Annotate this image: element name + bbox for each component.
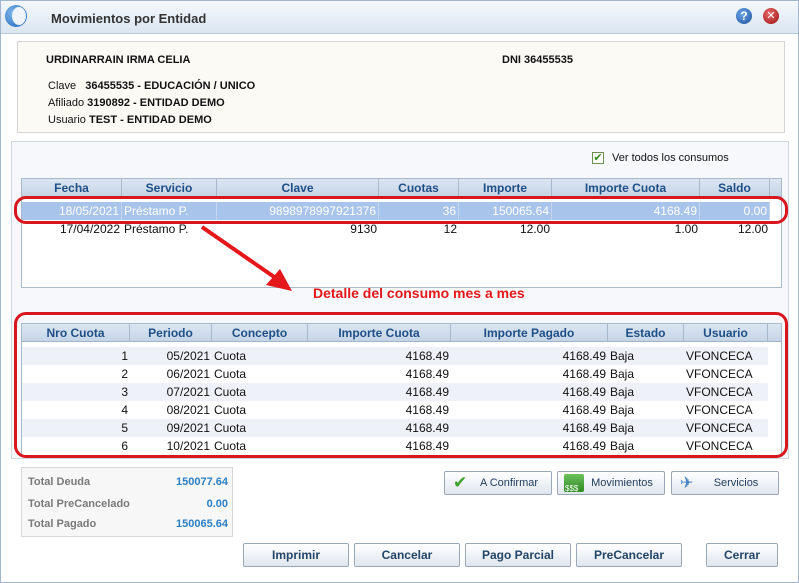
dni-value: 36455535 <box>524 54 573 66</box>
dialog-window: Movimientos por Entidad ? ✕ URDINARRAIN … <box>0 0 799 583</box>
col-servicio[interactable]: Servicio <box>122 179 217 197</box>
afiliado-row: Afiliado 3190892 - ENTIDAD DEMO <box>48 97 225 109</box>
imprimir-button[interactable]: Imprimir <box>243 543 349 567</box>
clave-row: Clave 36455535 - EDUCACIÓN / UNICO <box>48 80 255 92</box>
cerrar-button[interactable]: Cerrar <box>706 543 778 567</box>
highlight-selected-row <box>14 196 788 224</box>
title-bar: Movimientos por Entidad ? ✕ <box>1 1 798 34</box>
total-precancelado-row: Total PreCancelado 0.00 <box>28 498 228 514</box>
total-deuda-label: Total Deuda <box>28 476 91 488</box>
total-deuda-value: 150077.64 <box>176 476 228 488</box>
movimientos-label: Movimientos <box>591 477 653 489</box>
a-confirmar-label: A Confirmar <box>479 477 539 489</box>
movimientos-button[interactable]: Movimientos <box>557 471 665 500</box>
money-icon <box>564 474 584 500</box>
total-precancelado-value: 0.00 <box>206 498 228 510</box>
ver-todos-label: Ver todos los consumos <box>612 152 729 164</box>
servicios-button[interactable]: Servicios <box>671 471 779 495</box>
a-confirmar-button[interactable]: A Confirmar <box>444 471 552 495</box>
total-precancelado-label: Total PreCancelado <box>28 498 130 510</box>
total-deuda-row: Total Deuda 150077.64 <box>28 476 228 492</box>
col-saldo[interactable]: Saldo <box>700 179 770 197</box>
total-pagado-label: Total Pagado <box>28 518 97 530</box>
col-clave[interactable]: Clave <box>217 179 379 197</box>
usuario-label: Usuario <box>48 114 86 126</box>
check-icon <box>451 472 471 494</box>
ver-todos-checkbox[interactable]: ✔ <box>592 152 604 164</box>
clave-label: Clave <box>48 80 77 92</box>
col-cuotas[interactable]: Cuotas <box>379 179 459 197</box>
dni-label: DNI <box>502 54 521 66</box>
totals-panel: Total Deuda 150077.64 Total PreCancelado… <box>21 467 233 537</box>
col-fecha[interactable]: Fecha <box>22 179 122 197</box>
col-importe[interactable]: Importe <box>459 179 552 197</box>
services-icon <box>678 473 698 495</box>
usuario-value: TEST - ENTIDAD DEMO <box>88 114 212 126</box>
precancelar-button[interactable]: PreCancelar <box>576 543 682 567</box>
clave-value: 36455535 - EDUCACIÓN / UNICO <box>85 80 256 92</box>
cancelar-button[interactable]: Cancelar <box>354 543 460 567</box>
consumos-grid: Fecha Servicio Clave Cuotas Importe Impo… <box>21 178 782 288</box>
beneficiary-info-panel: URDINARRAIN IRMA CELIA DNI 36455535 Clav… <box>17 41 785 133</box>
highlight-detalle-grid <box>14 312 788 458</box>
beneficiary-name: URDINARRAIN IRMA CELIA <box>46 54 191 66</box>
servicios-label: Servicios <box>713 477 759 489</box>
close-icon[interactable]: ✕ <box>763 8 779 24</box>
usuario-row: Usuario TEST - ENTIDAD DEMO <box>48 114 212 126</box>
col-importe-cuota[interactable]: Importe Cuota <box>552 179 700 197</box>
total-pagado-value: 150065.64 <box>176 518 228 530</box>
afiliado-value: 3190892 - ENTIDAD DEMO <box>87 97 225 109</box>
consumos-header: Fecha Servicio Clave Cuotas Importe Impo… <box>22 179 781 197</box>
total-pagado-row: Total Pagado 150065.64 <box>28 518 228 534</box>
pago-parcial-button[interactable]: Pago Parcial <box>465 543 571 567</box>
afiliado-label: Afiliado <box>48 97 85 109</box>
window-title: Movimientos por Entidad <box>51 11 207 26</box>
help-icon[interactable]: ? <box>736 8 752 24</box>
app-logo-icon <box>5 5 27 27</box>
annotation-label: Detalle del consumo mes a mes <box>313 285 525 301</box>
dni-info: DNI 36455535 <box>502 54 573 66</box>
arrow-icon <box>200 225 292 291</box>
